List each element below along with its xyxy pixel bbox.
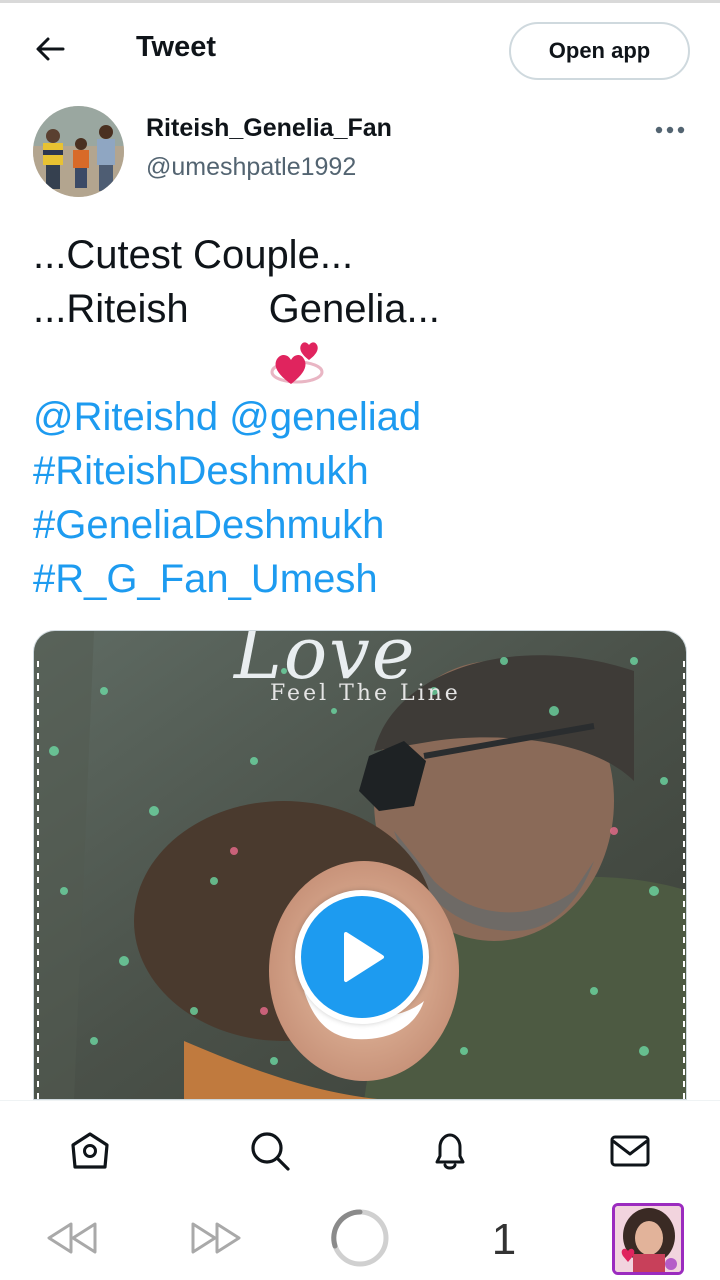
browser-toolbar: 1: [0, 1200, 720, 1280]
tweet-line-2-end: Genelia...: [268, 287, 440, 331]
play-button[interactable]: [295, 890, 429, 1024]
hashtag-link[interactable]: #RiteishDeshmukh: [33, 444, 693, 498]
media-overlay-subtitle: Feel The Line: [270, 681, 461, 706]
tweet-line-1: ...Cutest Couple...: [33, 233, 354, 277]
tab-count[interactable]: 1: [486, 1210, 522, 1270]
messages-tab[interactable]: [606, 1129, 654, 1177]
notifications-bell-icon: [428, 1129, 472, 1178]
search-icon: [248, 1129, 292, 1178]
tweet-line-2-start: ...Riteish: [33, 287, 189, 331]
messages-envelope-icon: [608, 1129, 652, 1178]
arrow-left-icon: [35, 36, 65, 67]
back-button[interactable]: [30, 33, 70, 69]
rewind-icon: [45, 1218, 99, 1263]
author-avatar[interactable]: [33, 106, 124, 197]
tweet-text: ...Cutest Couple... ...Riteish Genelia..…: [33, 228, 693, 384]
profile-thumbnail[interactable]: [612, 1203, 684, 1275]
home-icon: [68, 1129, 112, 1178]
author-handle[interactable]: @umeshpatle1992: [146, 153, 356, 182]
more-dots-icon: [655, 121, 685, 139]
mentions-link[interactable]: @Riteishd @geneliad: [33, 390, 693, 444]
top-header: Tweet Open app: [0, 3, 720, 95]
bottom-navigation: [0, 1100, 720, 1200]
author-display-name[interactable]: Riteish_Genelia_Fan: [146, 114, 392, 143]
reload-button[interactable]: [328, 1208, 392, 1270]
revolving-hearts-icon: [203, 282, 324, 384]
search-tab[interactable]: [246, 1129, 294, 1177]
hashtag-link[interactable]: #R_G_Fan_Umesh: [33, 552, 693, 606]
tweet-links: @Riteishd @geneliad #RiteishDeshmukh #Ge…: [33, 390, 693, 606]
loading-circle-icon: [329, 1207, 391, 1274]
hashtag-link[interactable]: #GeneliaDeshmukh: [33, 498, 693, 552]
open-app-button[interactable]: Open app: [509, 22, 690, 80]
home-tab[interactable]: [66, 1129, 114, 1177]
video-media[interactable]: Love Feel The Line: [33, 630, 687, 1100]
notifications-tab[interactable]: [426, 1129, 474, 1177]
tweet-line-2: ...Riteish Genelia...: [33, 282, 693, 384]
back-rewind-button[interactable]: [44, 1210, 100, 1270]
more-options-button[interactable]: [650, 112, 690, 148]
page-title: Tweet: [136, 31, 217, 63]
fast-forward-icon: [189, 1218, 243, 1263]
forward-button[interactable]: [188, 1210, 244, 1270]
play-icon: [338, 930, 386, 984]
